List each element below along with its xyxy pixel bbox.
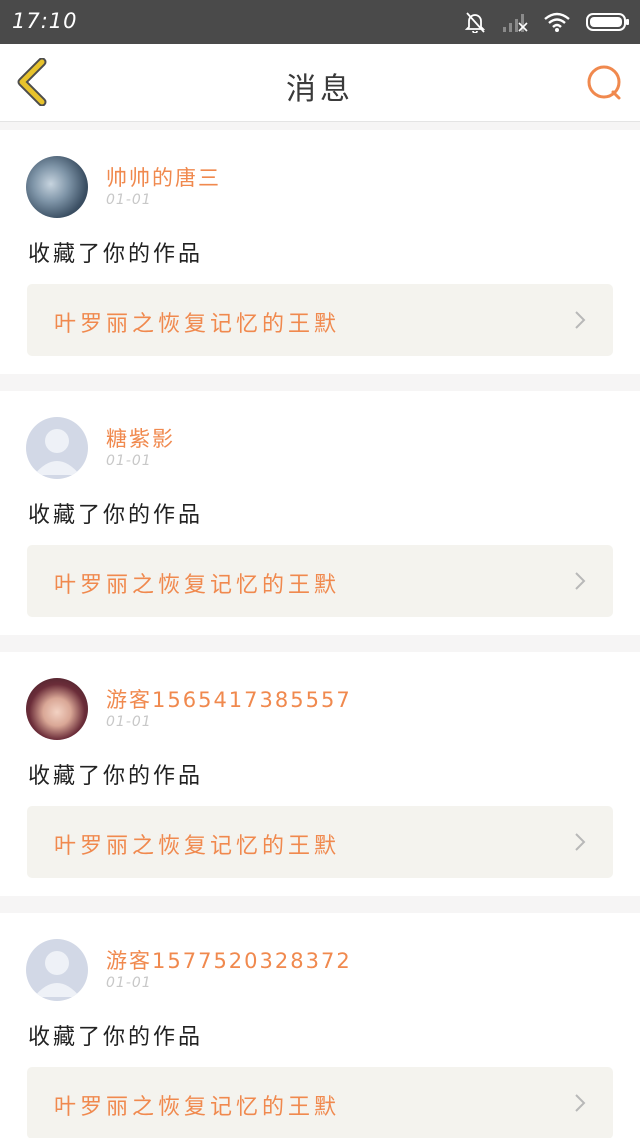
avatar[interactable] [26,156,88,218]
work-title: 叶罗丽之恢复记忆的王默 [54,573,341,598]
message-list: 帅帅的唐三 01-01 收藏了你的作品 叶罗丽之恢复记忆的王默 糖紫影 01-0… [0,130,640,1138]
message-date: 01-01 [106,714,152,730]
work-title: 叶罗丽之恢复记忆的王默 [54,1095,341,1120]
username[interactable]: 糖紫影 [106,423,175,453]
message-card: 游客1565417385557 01-01 收藏了你的作品 叶罗丽之恢复记忆的王… [0,652,640,896]
message-card: 帅帅的唐三 01-01 收藏了你的作品 叶罗丽之恢复记忆的王默 [0,130,640,374]
message-card: 糖紫影 01-01 收藏了你的作品 叶罗丽之恢复记忆的王默 [0,391,640,635]
status-time: 17:10 [12,9,78,33]
message-date: 01-01 [106,192,152,208]
default-avatar-icon[interactable] [26,417,88,479]
work-link[interactable]: 叶罗丽之恢复记忆的王默 [27,1067,613,1138]
message-action-text: 收藏了你的作品 [28,764,204,789]
message-action-text: 收藏了你的作品 [28,503,204,528]
username[interactable]: 帅帅的唐三 [106,162,221,192]
chevron-right-icon [575,1094,586,1112]
work-link[interactable]: 叶罗丽之恢复记忆的王默 [27,806,613,878]
default-avatar-icon[interactable] [26,939,88,1001]
username[interactable]: 游客1565417385557 [106,684,352,714]
nav-bar: 消息 [0,44,640,122]
chevron-right-icon [575,311,586,329]
message-action-text: 收藏了你的作品 [28,242,204,267]
avatar[interactable] [26,678,88,740]
battery-icon [586,13,629,31]
username[interactable]: 游客1577520328372 [106,945,352,975]
signal-icon [503,14,528,32]
message-date: 01-01 [106,975,152,991]
bell-off-icon [464,12,486,33]
wifi-icon [544,12,570,32]
chevron-right-icon [575,833,586,851]
work-link[interactable]: 叶罗丽之恢复记忆的王默 [27,284,613,356]
work-title: 叶罗丽之恢复记忆的王默 [54,312,341,337]
work-link[interactable]: 叶罗丽之恢复记忆的王默 [27,545,613,617]
status-icons [464,8,630,36]
message-date: 01-01 [106,453,152,469]
chevron-right-icon [575,572,586,590]
search-icon [587,65,621,100]
status-bar: 17:10 [0,0,640,44]
work-title: 叶罗丽之恢复记忆的王默 [54,834,341,859]
message-card: 游客1577520328372 01-01 收藏了你的作品 叶罗丽之恢复记忆的王… [0,913,640,1138]
page-title: 消息 [286,72,354,107]
message-action-text: 收藏了你的作品 [28,1025,204,1050]
search-button[interactable] [586,64,624,102]
